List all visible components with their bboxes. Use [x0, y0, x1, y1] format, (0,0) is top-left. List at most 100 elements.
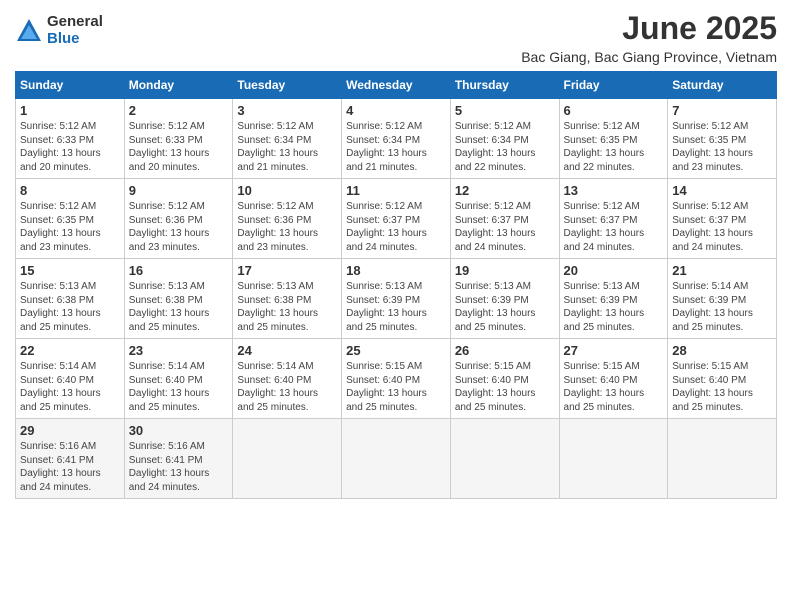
daylight-text: Daylight: 13 hours and 24 minutes. — [672, 228, 753, 253]
day-info: Sunrise: 5:13 AM Sunset: 6:38 PM Dayligh… — [237, 280, 337, 334]
day-number: 21 — [672, 263, 772, 278]
day-info: Sunrise: 5:12 AM Sunset: 6:35 PM Dayligh… — [672, 120, 772, 174]
daylight-text: Daylight: 13 hours and 25 minutes. — [455, 388, 536, 413]
table-row: 5 Sunrise: 5:12 AM Sunset: 6:34 PM Dayli… — [450, 99, 559, 179]
day-info: Sunrise: 5:12 AM Sunset: 6:36 PM Dayligh… — [237, 200, 337, 254]
table-row: 6 Sunrise: 5:12 AM Sunset: 6:35 PM Dayli… — [559, 99, 668, 179]
calendar-week-row: 8 Sunrise: 5:12 AM Sunset: 6:35 PM Dayli… — [16, 179, 777, 259]
sunrise-text: Sunrise: 5:12 AM — [564, 201, 640, 212]
daylight-text: Daylight: 13 hours and 25 minutes. — [20, 308, 101, 333]
day-info: Sunrise: 5:12 AM Sunset: 6:37 PM Dayligh… — [346, 200, 446, 254]
day-number: 17 — [237, 263, 337, 278]
sunrise-text: Sunrise: 5:13 AM — [237, 281, 313, 292]
day-number: 16 — [129, 263, 229, 278]
sunrise-text: Sunrise: 5:12 AM — [672, 201, 748, 212]
day-info: Sunrise: 5:12 AM Sunset: 6:34 PM Dayligh… — [237, 120, 337, 174]
daylight-text: Daylight: 13 hours and 23 minutes. — [20, 228, 101, 253]
day-info: Sunrise: 5:12 AM Sunset: 6:37 PM Dayligh… — [672, 200, 772, 254]
sunset-text: Sunset: 6:40 PM — [129, 375, 203, 386]
sunrise-text: Sunrise: 5:14 AM — [672, 281, 748, 292]
sunset-text: Sunset: 6:34 PM — [346, 135, 420, 146]
sunrise-text: Sunrise: 5:15 AM — [672, 361, 748, 372]
table-row: 18 Sunrise: 5:13 AM Sunset: 6:39 PM Dayl… — [342, 259, 451, 339]
sunset-text: Sunset: 6:36 PM — [237, 215, 311, 226]
day-number: 6 — [564, 103, 664, 118]
sunrise-text: Sunrise: 5:14 AM — [129, 361, 205, 372]
table-row: 14 Sunrise: 5:12 AM Sunset: 6:37 PM Dayl… — [668, 179, 777, 259]
table-row: 27 Sunrise: 5:15 AM Sunset: 6:40 PM Dayl… — [559, 339, 668, 419]
daylight-text: Daylight: 13 hours and 24 minutes. — [455, 228, 536, 253]
sunset-text: Sunset: 6:35 PM — [20, 215, 94, 226]
day-number: 26 — [455, 343, 555, 358]
sunrise-text: Sunrise: 5:15 AM — [346, 361, 422, 372]
table-row: 16 Sunrise: 5:13 AM Sunset: 6:38 PM Dayl… — [124, 259, 233, 339]
table-row: 19 Sunrise: 5:13 AM Sunset: 6:39 PM Dayl… — [450, 259, 559, 339]
day-number: 11 — [346, 183, 446, 198]
daylight-text: Daylight: 13 hours and 25 minutes. — [672, 388, 753, 413]
sunset-text: Sunset: 6:40 PM — [237, 375, 311, 386]
day-number: 29 — [20, 423, 120, 438]
sunrise-text: Sunrise: 5:12 AM — [346, 121, 422, 132]
table-row: 25 Sunrise: 5:15 AM Sunset: 6:40 PM Dayl… — [342, 339, 451, 419]
col-sunday: Sunday — [16, 72, 125, 99]
sunset-text: Sunset: 6:40 PM — [564, 375, 638, 386]
table-row: 28 Sunrise: 5:15 AM Sunset: 6:40 PM Dayl… — [668, 339, 777, 419]
day-number: 14 — [672, 183, 772, 198]
daylight-text: Daylight: 13 hours and 25 minutes. — [564, 388, 645, 413]
sunset-text: Sunset: 6:39 PM — [672, 295, 746, 306]
sunset-text: Sunset: 6:40 PM — [455, 375, 529, 386]
day-info: Sunrise: 5:15 AM Sunset: 6:40 PM Dayligh… — [455, 360, 555, 414]
sunrise-text: Sunrise: 5:12 AM — [455, 121, 531, 132]
sunrise-text: Sunrise: 5:12 AM — [455, 201, 531, 212]
day-number: 10 — [237, 183, 337, 198]
sunrise-text: Sunrise: 5:12 AM — [346, 201, 422, 212]
table-row: 20 Sunrise: 5:13 AM Sunset: 6:39 PM Dayl… — [559, 259, 668, 339]
logo-icon — [15, 17, 43, 45]
table-row: 26 Sunrise: 5:15 AM Sunset: 6:40 PM Dayl… — [450, 339, 559, 419]
day-number: 2 — [129, 103, 229, 118]
sunrise-text: Sunrise: 5:12 AM — [129, 201, 205, 212]
calendar-week-row: 22 Sunrise: 5:14 AM Sunset: 6:40 PM Dayl… — [16, 339, 777, 419]
daylight-text: Daylight: 13 hours and 21 minutes. — [346, 148, 427, 173]
day-info: Sunrise: 5:15 AM Sunset: 6:40 PM Dayligh… — [672, 360, 772, 414]
day-info: Sunrise: 5:14 AM Sunset: 6:40 PM Dayligh… — [129, 360, 229, 414]
col-wednesday: Wednesday — [342, 72, 451, 99]
logo-text: General Blue — [47, 14, 103, 47]
sunset-text: Sunset: 6:34 PM — [237, 135, 311, 146]
daylight-text: Daylight: 13 hours and 23 minutes. — [672, 148, 753, 173]
daylight-text: Daylight: 13 hours and 24 minutes. — [346, 228, 427, 253]
header-row: Sunday Monday Tuesday Wednesday Thursday… — [16, 72, 777, 99]
day-info: Sunrise: 5:16 AM Sunset: 6:41 PM Dayligh… — [20, 440, 120, 494]
day-info: Sunrise: 5:12 AM Sunset: 6:37 PM Dayligh… — [455, 200, 555, 254]
col-saturday: Saturday — [668, 72, 777, 99]
sunset-text: Sunset: 6:37 PM — [564, 215, 638, 226]
col-monday: Monday — [124, 72, 233, 99]
table-row: 17 Sunrise: 5:13 AM Sunset: 6:38 PM Dayl… — [233, 259, 342, 339]
sunrise-text: Sunrise: 5:13 AM — [346, 281, 422, 292]
sunset-text: Sunset: 6:39 PM — [455, 295, 529, 306]
table-row — [559, 419, 668, 499]
daylight-text: Daylight: 13 hours and 20 minutes. — [20, 148, 101, 173]
table-row: 1 Sunrise: 5:12 AM Sunset: 6:33 PM Dayli… — [16, 99, 125, 179]
day-number: 9 — [129, 183, 229, 198]
table-row: 23 Sunrise: 5:14 AM Sunset: 6:40 PM Dayl… — [124, 339, 233, 419]
day-info: Sunrise: 5:13 AM Sunset: 6:38 PM Dayligh… — [129, 280, 229, 334]
sunset-text: Sunset: 6:41 PM — [20, 455, 94, 466]
day-info: Sunrise: 5:12 AM Sunset: 6:35 PM Dayligh… — [20, 200, 120, 254]
sunset-text: Sunset: 6:35 PM — [672, 135, 746, 146]
day-number: 7 — [672, 103, 772, 118]
sunrise-text: Sunrise: 5:15 AM — [564, 361, 640, 372]
day-number: 1 — [20, 103, 120, 118]
daylight-text: Daylight: 13 hours and 25 minutes. — [346, 308, 427, 333]
daylight-text: Daylight: 13 hours and 24 minutes. — [564, 228, 645, 253]
sunrise-text: Sunrise: 5:16 AM — [129, 441, 205, 452]
daylight-text: Daylight: 13 hours and 25 minutes. — [564, 308, 645, 333]
table-row: 7 Sunrise: 5:12 AM Sunset: 6:35 PM Dayli… — [668, 99, 777, 179]
day-number: 15 — [20, 263, 120, 278]
sunset-text: Sunset: 6:37 PM — [346, 215, 420, 226]
sunrise-text: Sunrise: 5:12 AM — [672, 121, 748, 132]
table-row: 21 Sunrise: 5:14 AM Sunset: 6:39 PM Dayl… — [668, 259, 777, 339]
table-row: 2 Sunrise: 5:12 AM Sunset: 6:33 PM Dayli… — [124, 99, 233, 179]
day-number: 23 — [129, 343, 229, 358]
day-number: 28 — [672, 343, 772, 358]
